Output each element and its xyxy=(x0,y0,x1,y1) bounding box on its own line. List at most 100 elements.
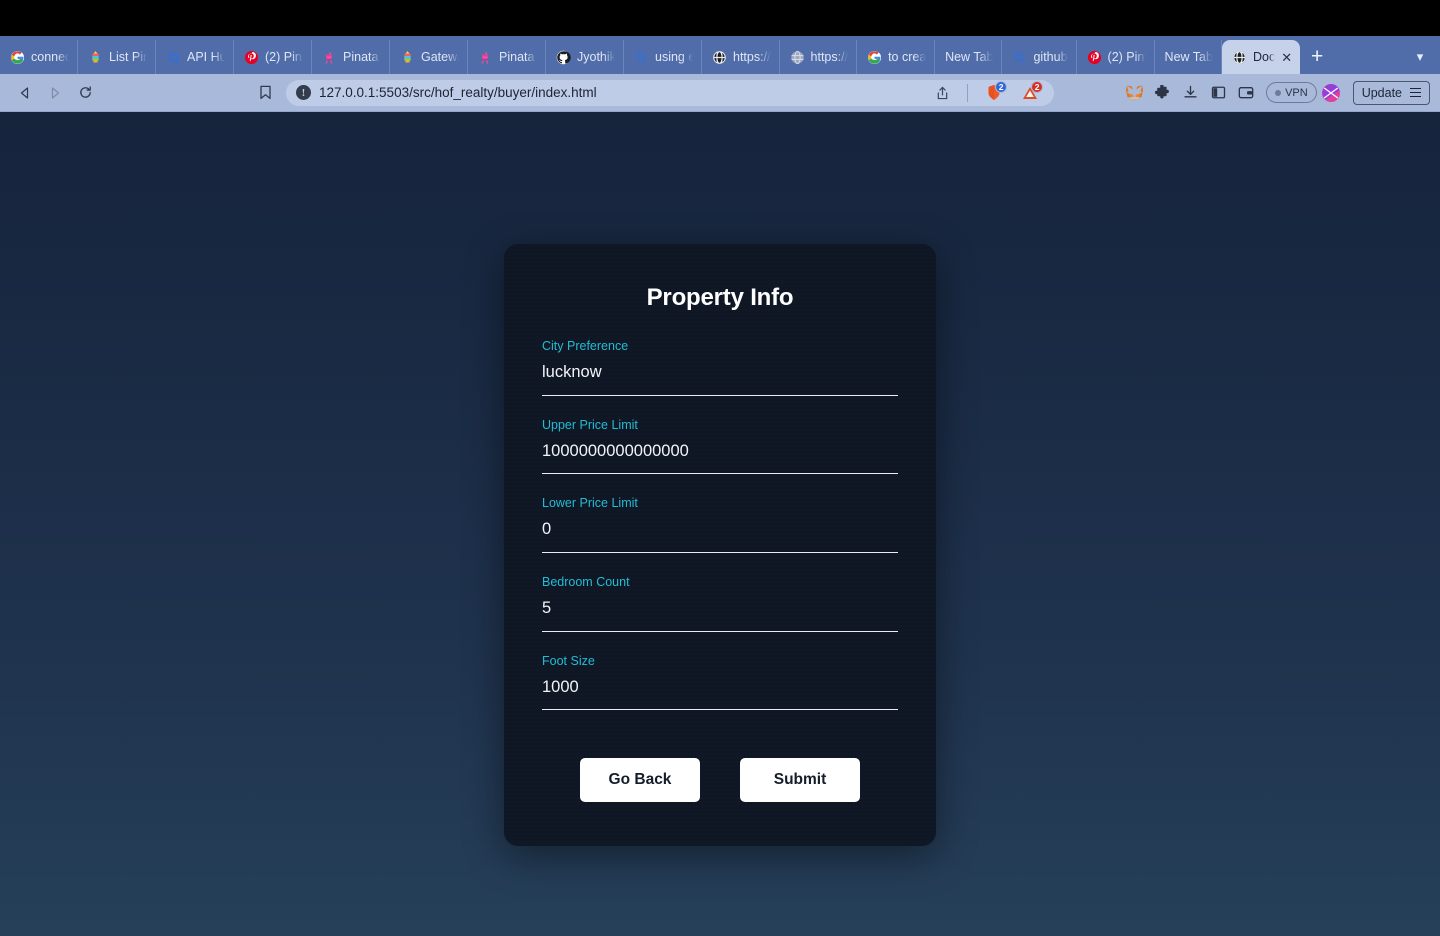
browser-tab[interactable]: github xyxy=(1002,40,1077,74)
brave-badge-count: 2 xyxy=(995,80,1008,93)
browser-tab[interactable]: List Pin xyxy=(78,40,156,74)
tab-label: connect xyxy=(31,50,69,64)
field-input[interactable]: 1000 xyxy=(542,677,898,711)
browser-tab[interactable]: API Hub xyxy=(156,40,234,74)
sidebar-toggle-icon[interactable] xyxy=(1204,80,1232,106)
forward-button[interactable] xyxy=(40,80,70,106)
form-field: Upper Price Limit 1000000000000000 xyxy=(542,418,898,475)
browser-tab[interactable]: Pinata | xyxy=(468,40,546,74)
adblock-triangle-icon[interactable]: 2 xyxy=(1016,80,1044,106)
browser-tab[interactable]: (2) Pint xyxy=(234,40,312,74)
field-label: Upper Price Limit xyxy=(542,417,638,432)
form-actions: Go Back Submit xyxy=(542,758,898,803)
pinata-pink-icon xyxy=(481,50,489,64)
search-icon xyxy=(636,51,647,63)
browser-tab[interactable]: https:// xyxy=(780,40,858,74)
browser-tab[interactable]: Gatewa xyxy=(390,40,468,74)
url-text: 127.0.0.1:5503/src/hof_realty/buyer/inde… xyxy=(319,85,597,100)
property-info-form: City Preference lucknow Upper Price Limit 1… xyxy=(542,339,898,711)
tab-label: New Tab xyxy=(945,50,994,64)
pinata-icon xyxy=(92,50,99,63)
browser-tab[interactable]: New Tab xyxy=(935,40,1003,74)
globe-gray-icon xyxy=(790,50,804,64)
update-label: Update xyxy=(1361,85,1402,100)
page-title: Property Info xyxy=(646,284,794,311)
form-field: Bedroom Count 5 xyxy=(542,575,898,632)
submit-button[interactable]: Submit xyxy=(740,758,860,803)
tab-label: to creat xyxy=(888,50,927,64)
browser-tab[interactable]: https:// xyxy=(702,40,780,74)
profile-avatar[interactable] xyxy=(1317,80,1345,106)
tab-label: github xyxy=(1033,50,1068,64)
tab-label: (2) Pint xyxy=(265,50,303,64)
share-icon[interactable] xyxy=(929,86,955,100)
back-button[interactable] xyxy=(10,80,40,106)
pinata-icon xyxy=(404,50,411,63)
browser-tab[interactable]: connect xyxy=(0,40,78,74)
bookmark-icon[interactable] xyxy=(250,80,280,106)
browser-tab[interactable]: Jyothik xyxy=(546,40,624,74)
tab-label: List Pin xyxy=(109,50,147,64)
site-info-icon[interactable]: ! xyxy=(296,85,311,100)
tab-label: using e xyxy=(655,50,693,64)
form-field: Foot Size 1000 xyxy=(542,654,898,711)
tab-strip: connect List Pin API Hub (2) Pint Pinata - Ga… xyxy=(0,36,1440,74)
adblock-badge-count: 2 xyxy=(1031,80,1044,93)
tab-label: New Tab xyxy=(1164,50,1213,64)
quicknode-icon xyxy=(166,50,181,64)
field-input[interactable]: lucknow xyxy=(542,362,898,396)
field-input[interactable]: 0 xyxy=(542,519,898,553)
field-label: Bedroom Count xyxy=(542,574,630,589)
address-bar[interactable]: ! 127.0.0.1:5503/src/hof_realty/buyer/in… xyxy=(286,79,1055,106)
form-field: City Preference lucknow xyxy=(542,339,898,396)
tab-label: https:// xyxy=(810,50,849,64)
search-icon xyxy=(1014,51,1026,63)
os-top-strip xyxy=(0,0,1440,36)
github-icon xyxy=(556,50,571,64)
browser-toolbar: ! 127.0.0.1:5503/src/hof_realty/buyer/in… xyxy=(0,74,1440,112)
tab-label: API Hub xyxy=(187,50,225,64)
extensions-puzzle-icon[interactable] xyxy=(1148,80,1176,106)
update-button[interactable]: Update xyxy=(1352,80,1430,105)
browser-tab[interactable]: (2) Pint xyxy=(1077,40,1155,74)
browser-tab[interactable]: using e xyxy=(624,40,702,74)
globe-icon xyxy=(713,50,726,64)
browser-tab-active[interactable]: Doc ✕ xyxy=(1221,40,1301,74)
tab-label: Pinata | xyxy=(499,50,537,64)
tab-label: Doc xyxy=(1252,50,1276,64)
browser-tab[interactable]: New Tab xyxy=(1155,40,1222,74)
property-info-card: Property Info City Preference lucknow Uppe… xyxy=(504,244,936,847)
field-label: Foot Size xyxy=(542,653,595,668)
toolbar-divider xyxy=(967,83,969,102)
form-field: Lower Price Limit 0 xyxy=(542,496,898,553)
tab-close-icon[interactable]: ✕ xyxy=(1281,51,1292,64)
tab-label: https:// xyxy=(733,50,771,64)
vpn-status-dot xyxy=(1275,89,1282,96)
wallet-icon[interactable] xyxy=(1232,80,1260,106)
pinata-pink-icon xyxy=(325,50,333,64)
browser-menu-icon[interactable] xyxy=(1410,87,1421,98)
brave-shields-icon[interactable]: 2 xyxy=(980,80,1008,106)
field-label: City Preference xyxy=(542,339,629,353)
reload-button[interactable] xyxy=(70,80,100,106)
google-icon xyxy=(10,50,25,64)
vpn-label: VPN xyxy=(1285,86,1308,99)
browser-tab[interactable]: to creat xyxy=(857,40,936,74)
pinterest-icon xyxy=(1087,50,1101,64)
field-input[interactable]: 1000000000000000 xyxy=(542,441,898,475)
vpn-button[interactable]: VPN xyxy=(1266,82,1317,103)
field-input[interactable]: 5 xyxy=(542,598,898,632)
metamask-fox-icon[interactable] xyxy=(1120,80,1148,106)
browser-tab[interactable]: Pinata - xyxy=(312,40,390,74)
globe-icon xyxy=(1233,50,1246,64)
downloads-icon[interactable] xyxy=(1176,80,1204,106)
new-tab-button[interactable]: + xyxy=(1300,40,1334,74)
tab-label: Jyothik xyxy=(577,50,615,64)
tab-label: (2) Pint xyxy=(1107,50,1146,64)
page-viewport: Property Info City Preference lucknow Uppe… xyxy=(0,112,1440,936)
go-back-button[interactable]: Go Back xyxy=(580,758,700,803)
pinterest-icon xyxy=(244,50,259,64)
tab-label: Gatewa xyxy=(421,50,459,64)
google-icon xyxy=(868,50,882,64)
tab-list-chevron-down-icon[interactable]: ▾ xyxy=(1400,40,1440,74)
